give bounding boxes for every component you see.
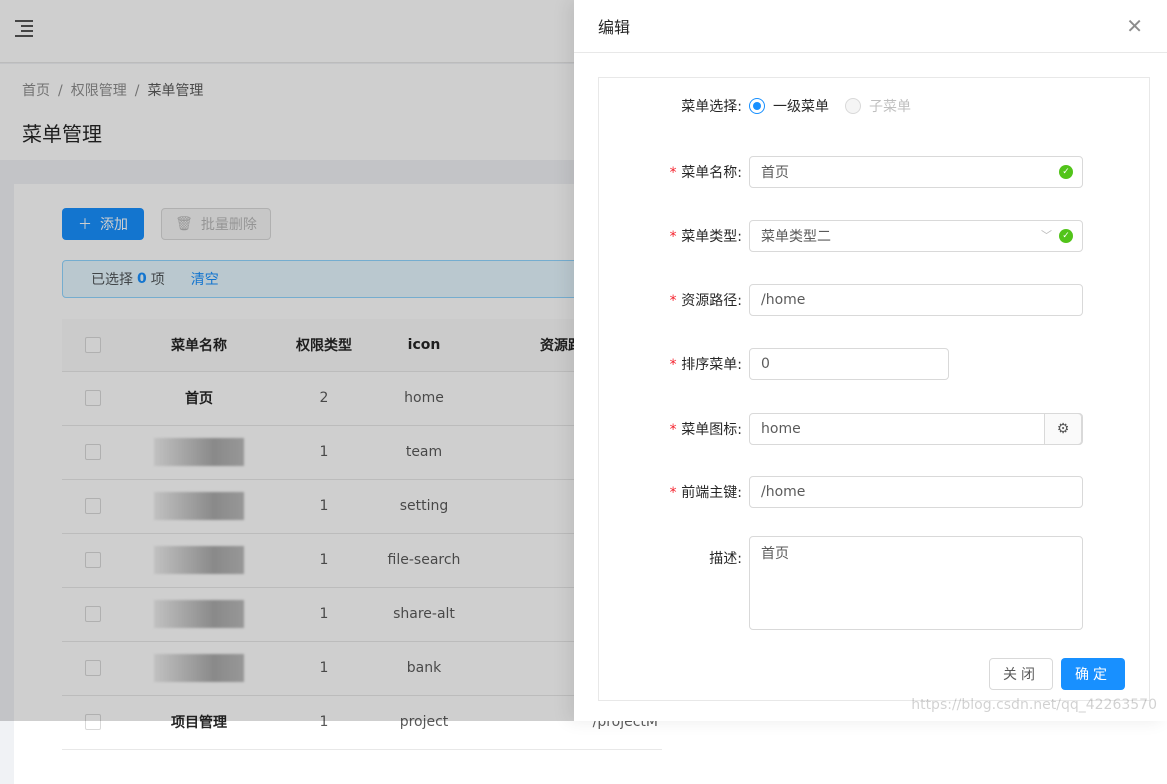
key-label: 前端主键: bbox=[681, 485, 742, 501]
desc-row: 描述: 首页 bbox=[599, 536, 1149, 630]
check-circle-icon: ✓ bbox=[1059, 229, 1073, 243]
resource-path-value: /home bbox=[761, 292, 806, 308]
chevron-down-icon: ﹀ bbox=[1041, 229, 1052, 242]
edit-form: 菜单选择: 一级菜单 子菜单 * 菜单名称: 首页 ✓ * 菜单类型: 菜单类型二 ﹀ ✓… bbox=[598, 77, 1150, 701]
confirm-button[interactable]: 确定 bbox=[1061, 658, 1125, 690]
radio-top-label: 一级菜单 bbox=[773, 99, 829, 115]
path-label: 资源路径: bbox=[681, 293, 742, 309]
watermark: https://blog.csdn.net/qq_42263570 bbox=[911, 697, 1157, 713]
close-button[interactable]: 关闭 bbox=[989, 658, 1053, 690]
drawer-header: 编辑 ✕ bbox=[574, 0, 1167, 53]
order-input[interactable]: 0 bbox=[749, 348, 949, 380]
key-row: * 前端主键: /home bbox=[599, 476, 1149, 508]
menu-select-row: 菜单选择: 一级菜单 子菜单 bbox=[599, 96, 1149, 116]
icon-label: 菜单图标: bbox=[681, 422, 742, 438]
description-value: 首页 bbox=[761, 546, 789, 562]
order-row: * 排序菜单: 0 bbox=[599, 348, 1149, 380]
gear-icon[interactable]: ⚙ bbox=[1044, 413, 1082, 445]
type-label: 菜单类型: bbox=[681, 229, 742, 245]
close-icon[interactable]: ✕ bbox=[1126, 14, 1143, 38]
order-value: 0 bbox=[761, 356, 770, 372]
resource-path-input[interactable]: /home bbox=[749, 284, 1083, 316]
menu-name-input[interactable]: 首页 ✓ bbox=[749, 156, 1083, 188]
menu-select-label: 菜单选择: bbox=[681, 99, 742, 115]
order-label: 排序菜单: bbox=[681, 357, 742, 373]
radio-top-level[interactable]: 一级菜单 bbox=[749, 96, 829, 116]
menu-name-value: 首页 bbox=[761, 165, 789, 181]
menu-type-select[interactable]: 菜单类型二 ﹀ ✓ bbox=[749, 220, 1083, 252]
frontend-key-value: /home bbox=[761, 484, 806, 500]
frontend-key-input[interactable]: /home bbox=[749, 476, 1083, 508]
name-row: * 菜单名称: 首页 ✓ bbox=[599, 156, 1149, 188]
icon-row: * 菜单图标: home ⚙ bbox=[599, 413, 1149, 445]
check-circle-icon: ✓ bbox=[1059, 165, 1073, 179]
desc-label: 描述: bbox=[709, 551, 742, 567]
menu-icon-input[interactable]: home ⚙ bbox=[749, 413, 1083, 445]
radio-disabled-icon bbox=[845, 98, 861, 114]
edit-drawer: 编辑 ✕ 菜单选择: 一级菜单 子菜单 * 菜单名称: 首页 ✓ * 菜单类型: 菜单… bbox=[574, 0, 1167, 721]
menu-type-value: 菜单类型二 bbox=[761, 229, 831, 245]
radio-checked-icon bbox=[749, 98, 765, 114]
type-row: * 菜单类型: 菜单类型二 ﹀ ✓ bbox=[599, 220, 1149, 252]
radio-sub-menu[interactable]: 子菜单 bbox=[845, 96, 911, 116]
description-textarea[interactable]: 首页 bbox=[749, 536, 1083, 630]
path-row: * 资源路径: /home bbox=[599, 284, 1149, 316]
radio-sub-label: 子菜单 bbox=[869, 99, 911, 115]
menu-icon-value: home bbox=[761, 421, 801, 437]
drawer-title: 编辑 bbox=[598, 18, 631, 37]
name-label: 菜单名称: bbox=[681, 165, 742, 181]
